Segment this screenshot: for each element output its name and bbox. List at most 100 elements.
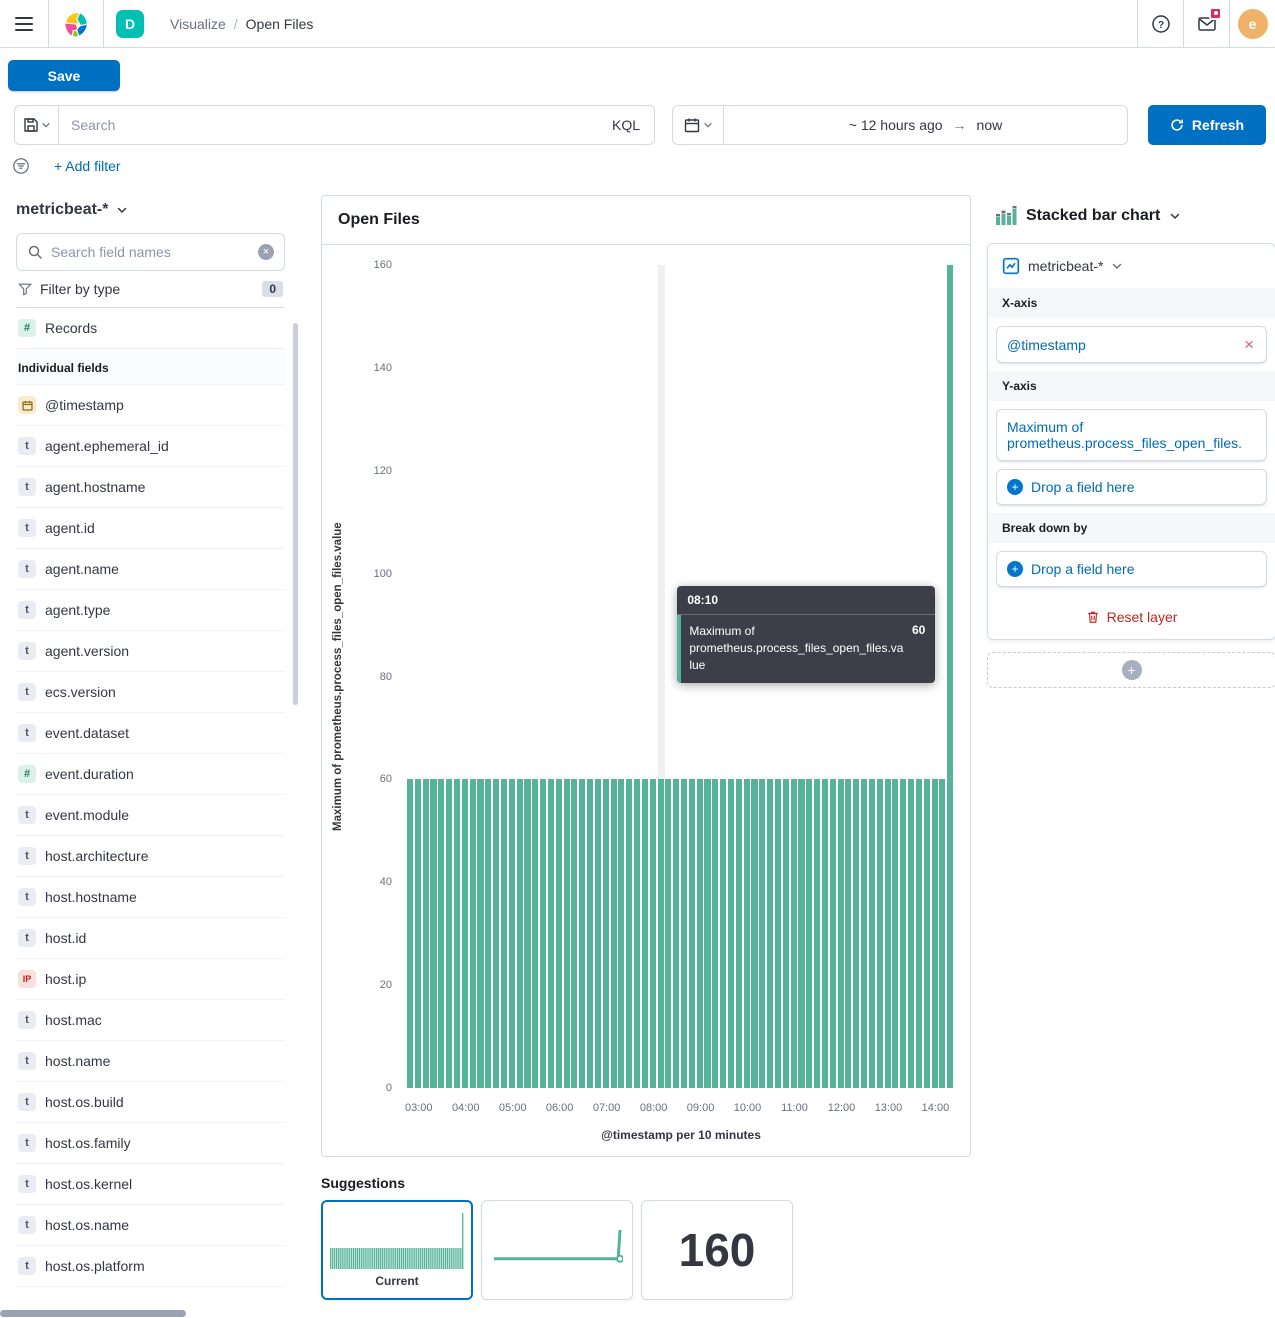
bar[interactable] bbox=[626, 779, 632, 1088]
save-button[interactable]: Save bbox=[8, 60, 120, 91]
field-list-item[interactable]: IPhost.ip bbox=[16, 959, 285, 1000]
bar[interactable] bbox=[838, 779, 844, 1088]
bar[interactable] bbox=[744, 779, 750, 1088]
bar[interactable] bbox=[775, 779, 781, 1088]
bar[interactable] bbox=[806, 779, 812, 1088]
bar[interactable] bbox=[532, 779, 538, 1088]
field-list-item[interactable]: thost.mac bbox=[16, 1000, 285, 1041]
bar[interactable] bbox=[595, 779, 601, 1088]
filter-icon[interactable] bbox=[12, 157, 30, 175]
field-list-item[interactable]: tevent.dataset bbox=[16, 713, 285, 754]
bar[interactable] bbox=[822, 779, 828, 1088]
suggestion-metric[interactable]: 160 bbox=[641, 1200, 793, 1300]
bar[interactable] bbox=[438, 779, 444, 1088]
bar[interactable] bbox=[658, 779, 664, 1088]
plot-area[interactable]: 08:10 Maximum of prometheus.process_file… bbox=[407, 265, 955, 1088]
bar[interactable] bbox=[579, 779, 585, 1088]
field-list-item[interactable]: tagent.id bbox=[16, 508, 285, 549]
horizontal-scrollbar[interactable] bbox=[0, 1310, 186, 1317]
bar[interactable] bbox=[477, 779, 483, 1088]
field-list-item[interactable]: tagent.hostname bbox=[16, 467, 285, 508]
bar[interactable] bbox=[454, 779, 460, 1088]
field-list-item[interactable]: tagent.version bbox=[16, 631, 285, 672]
records-field-item[interactable]: # Records bbox=[16, 308, 285, 349]
search-input[interactable] bbox=[59, 117, 598, 133]
bar[interactable] bbox=[939, 779, 945, 1088]
bar[interactable] bbox=[845, 779, 851, 1088]
help-button[interactable]: ? bbox=[1137, 0, 1183, 48]
bar[interactable] bbox=[548, 779, 554, 1088]
bar[interactable] bbox=[524, 779, 530, 1088]
bar[interactable] bbox=[430, 779, 436, 1088]
bar[interactable] bbox=[634, 779, 640, 1088]
bar[interactable] bbox=[689, 779, 695, 1088]
bar[interactable] bbox=[493, 779, 499, 1088]
field-list-item[interactable]: thost.id bbox=[16, 918, 285, 959]
y-axis-dimension[interactable]: Maximum of prometheus.process_files_open… bbox=[996, 409, 1267, 461]
bar[interactable] bbox=[650, 779, 656, 1088]
bar[interactable] bbox=[556, 779, 562, 1088]
remove-dimension-icon[interactable] bbox=[1242, 336, 1256, 353]
bar[interactable] bbox=[712, 779, 718, 1088]
bar[interactable] bbox=[814, 779, 820, 1088]
bar[interactable] bbox=[603, 779, 609, 1088]
bar[interactable] bbox=[908, 779, 914, 1088]
reset-layer-button[interactable]: Reset layer bbox=[988, 595, 1275, 639]
bar[interactable] bbox=[704, 779, 710, 1088]
bar[interactable] bbox=[853, 779, 859, 1088]
bar[interactable] bbox=[673, 779, 679, 1088]
y-axis-drop-field[interactable]: Drop a field here bbox=[996, 469, 1267, 505]
bar[interactable] bbox=[892, 779, 898, 1088]
suggestion-current[interactable]: Current bbox=[321, 1200, 473, 1300]
bar[interactable] bbox=[947, 265, 953, 1088]
field-search-input[interactable] bbox=[51, 244, 250, 260]
field-list-item[interactable]: tecs.version bbox=[16, 672, 285, 713]
sidebar-scrollbar[interactable] bbox=[293, 323, 298, 705]
field-list-item[interactable]: tevent.module bbox=[16, 795, 285, 836]
time-range-display[interactable]: ~ 12 hours ago → now bbox=[724, 105, 1128, 145]
field-list-item[interactable]: @timestamp bbox=[16, 385, 285, 426]
add-layer-button[interactable] bbox=[987, 652, 1275, 688]
bar[interactable] bbox=[501, 779, 507, 1088]
bar[interactable] bbox=[783, 779, 789, 1088]
field-list-item[interactable]: thost.os.kernel bbox=[16, 1164, 285, 1205]
user-menu-button[interactable]: e bbox=[1229, 0, 1275, 48]
field-list-item[interactable]: tagent.ephemeral_id bbox=[16, 426, 285, 467]
bar[interactable] bbox=[517, 779, 523, 1088]
bar[interactable] bbox=[462, 779, 468, 1088]
notifications-button[interactable] bbox=[1183, 0, 1229, 48]
field-list-item[interactable]: thost.architecture bbox=[16, 836, 285, 877]
field-list-item[interactable]: tagent.name bbox=[16, 549, 285, 590]
suggestion-line-chart[interactable] bbox=[481, 1200, 633, 1300]
filter-by-type-button[interactable]: Filter by type 0 bbox=[16, 271, 285, 308]
bar[interactable] bbox=[798, 779, 804, 1088]
field-list-item[interactable]: thost.os.family bbox=[16, 1123, 285, 1164]
field-list-item[interactable]: thost.os.build bbox=[16, 1082, 285, 1123]
x-axis-dimension[interactable]: @timestamp bbox=[996, 326, 1267, 363]
bar[interactable] bbox=[540, 779, 546, 1088]
clear-search-icon[interactable] bbox=[258, 244, 274, 260]
bar[interactable] bbox=[470, 779, 476, 1088]
bar[interactable] bbox=[916, 779, 922, 1088]
bar[interactable] bbox=[751, 779, 757, 1088]
field-list-item[interactable]: #event.duration bbox=[16, 754, 285, 795]
field-list-item[interactable]: thost.os.platform bbox=[16, 1246, 285, 1287]
bar[interactable] bbox=[932, 779, 938, 1088]
space-badge[interactable]: D bbox=[116, 10, 144, 38]
bar[interactable] bbox=[830, 779, 836, 1088]
bar[interactable] bbox=[423, 779, 429, 1088]
bar[interactable] bbox=[924, 779, 930, 1088]
space-switcher[interactable]: D bbox=[103, 0, 156, 48]
field-list-item[interactable]: thost.name bbox=[16, 1041, 285, 1082]
index-pattern-switcher[interactable]: metricbeat-* bbox=[16, 195, 285, 233]
bar[interactable] bbox=[571, 779, 577, 1088]
bar[interactable] bbox=[564, 779, 570, 1088]
chart-type-switcher[interactable]: Stacked bar chart bbox=[987, 195, 1275, 243]
query-language-button[interactable]: KQL bbox=[598, 117, 654, 133]
bar[interactable] bbox=[736, 779, 742, 1088]
field-list-item[interactable]: thost.hostname bbox=[16, 877, 285, 918]
bar[interactable] bbox=[720, 779, 726, 1088]
bar[interactable] bbox=[900, 779, 906, 1088]
bar[interactable] bbox=[728, 779, 734, 1088]
bar[interactable] bbox=[869, 779, 875, 1088]
